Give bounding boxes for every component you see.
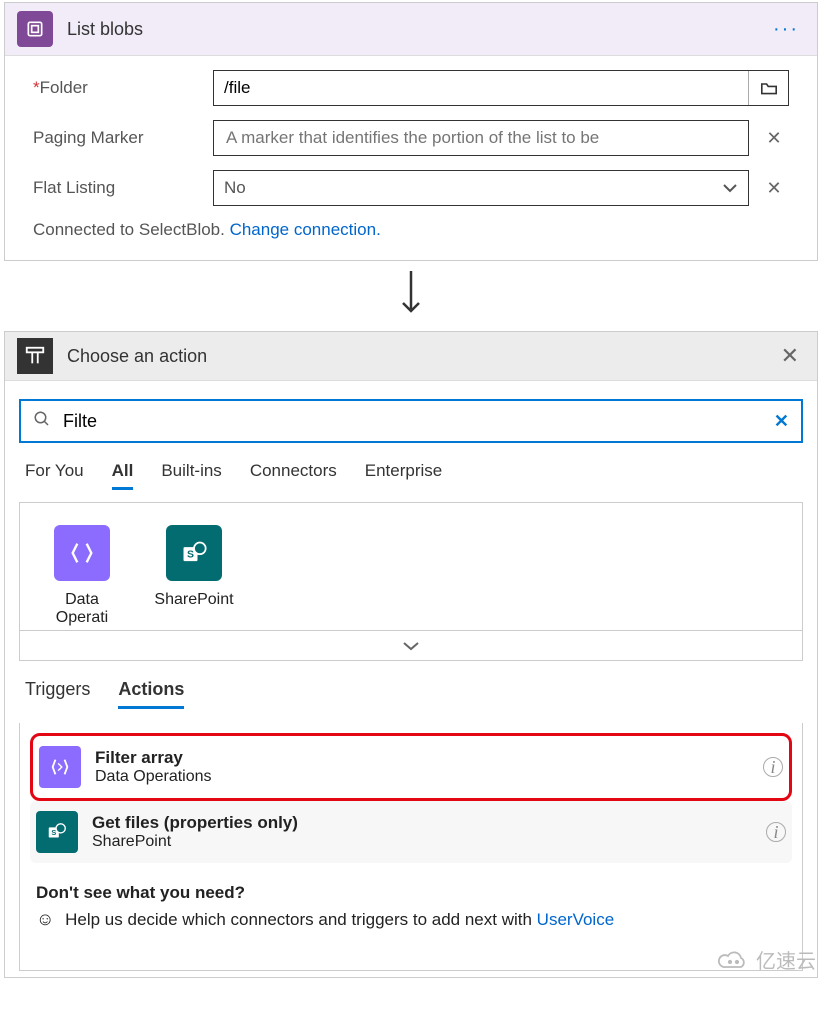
- action-subtitle: SharePoint: [92, 833, 766, 851]
- flat-clear-icon[interactable]: ✕: [759, 178, 789, 199]
- trigger-action-tabs: Triggers Actions: [19, 661, 803, 709]
- connection-row: Connected to SelectBlob. Change connecti…: [33, 220, 789, 240]
- flat-value: No: [224, 178, 246, 198]
- choose-header: Choose an action ✕: [5, 332, 817, 381]
- connector-label: SharePoint: [154, 591, 234, 609]
- tab-actions[interactable]: Actions: [118, 679, 184, 709]
- paging-input[interactable]: [213, 120, 749, 156]
- blob-icon: [17, 11, 53, 47]
- sharepoint-icon: S: [166, 525, 222, 581]
- action-list: Filter array Data Operations i S Get fil…: [19, 723, 803, 971]
- folder-input-group: [213, 70, 789, 106]
- flat-row: Flat Listing No ✕: [33, 170, 789, 206]
- info-icon[interactable]: i: [763, 757, 783, 777]
- search-icon: [33, 410, 51, 433]
- more-menu-icon[interactable]: ···: [767, 18, 805, 41]
- paging-row: Paging Marker ✕: [33, 120, 789, 156]
- folder-input[interactable]: [214, 71, 748, 105]
- svg-text:S: S: [51, 828, 56, 837]
- chevron-down-icon: [402, 641, 420, 651]
- search-box[interactable]: ✕: [19, 399, 803, 443]
- footer-text: Help us decide which connectors and trig…: [65, 910, 537, 929]
- category-tabs: For You All Built-ins Connectors Enterpr…: [19, 443, 803, 490]
- connector-data-operations[interactable]: Data Operati: [42, 525, 122, 626]
- choose-icon: [17, 338, 53, 374]
- connection-text: Connected to SelectBlob.: [33, 220, 230, 239]
- svg-text:S: S: [187, 549, 194, 561]
- tab-all[interactable]: All: [112, 461, 134, 490]
- connector-sharepoint[interactable]: S SharePoint: [154, 525, 234, 626]
- action-get-files[interactable]: S Get files (properties only) SharePoint…: [30, 801, 792, 863]
- flat-label: Flat Listing: [33, 178, 213, 198]
- data-operations-icon: [54, 525, 110, 581]
- watermark: 亿速云: [716, 945, 816, 974]
- search-input[interactable]: [61, 410, 774, 433]
- flat-select[interactable]: No: [213, 170, 749, 206]
- tab-built-ins[interactable]: Built-ins: [161, 461, 221, 490]
- connector-label: Data Operati: [42, 591, 122, 626]
- footer-line: ☺ Help us decide which connectors and tr…: [36, 909, 786, 930]
- list-blobs-body: *Folder Paging Marker ✕ Flat Listing No: [5, 56, 817, 260]
- list-blobs-header[interactable]: List blobs ···: [5, 3, 817, 56]
- info-icon[interactable]: i: [766, 822, 786, 842]
- list-blobs-card: List blobs ··· *Folder Paging Marker ✕ F…: [4, 2, 818, 261]
- paging-label: Paging Marker: [33, 128, 213, 148]
- action-text: Get files (properties only) SharePoint: [92, 813, 766, 851]
- tab-connectors[interactable]: Connectors: [250, 461, 337, 490]
- paging-clear-icon[interactable]: ✕: [759, 128, 789, 149]
- chevron-down-icon: [722, 178, 738, 198]
- folder-row: *Folder: [33, 70, 789, 106]
- change-connection-link[interactable]: Change connection.: [230, 220, 381, 239]
- filter-array-icon: [39, 746, 81, 788]
- smile-icon: ☺: [36, 909, 54, 929]
- tab-enterprise[interactable]: Enterprise: [365, 461, 442, 490]
- search-clear-icon[interactable]: ✕: [774, 411, 789, 432]
- tab-triggers[interactable]: Triggers: [25, 679, 90, 709]
- close-icon[interactable]: ✕: [775, 343, 805, 369]
- action-title: Get files (properties only): [92, 813, 766, 833]
- action-text: Filter array Data Operations: [95, 748, 763, 786]
- action-subtitle: Data Operations: [95, 768, 763, 786]
- folder-label: *Folder: [33, 78, 213, 98]
- expand-connectors-bar[interactable]: [19, 631, 803, 661]
- footer-help: Don't see what you need? ☺ Help us decid…: [30, 863, 792, 950]
- paging-text-input[interactable]: [224, 127, 738, 149]
- sharepoint-action-icon: S: [36, 811, 78, 853]
- choose-action-card: Choose an action ✕ ✕ For You All Built-i…: [4, 331, 818, 978]
- tab-for-you[interactable]: For You: [25, 461, 84, 490]
- watermark-text: 亿速云: [756, 945, 816, 974]
- footer-question: Don't see what you need?: [36, 883, 786, 903]
- folder-picker-icon[interactable]: [748, 71, 788, 105]
- uservoice-link[interactable]: UserVoice: [537, 910, 614, 929]
- connector-grid: Data Operati S SharePoint: [19, 502, 803, 631]
- card-title: List blobs: [67, 19, 767, 40]
- cloud-icon: [716, 949, 752, 971]
- action-title: Filter array: [95, 748, 763, 768]
- choose-body: ✕ For You All Built-ins Connectors Enter…: [5, 381, 817, 977]
- flow-arrow-icon: [4, 261, 818, 331]
- action-filter-array[interactable]: Filter array Data Operations i: [30, 733, 792, 801]
- choose-title: Choose an action: [67, 346, 775, 367]
